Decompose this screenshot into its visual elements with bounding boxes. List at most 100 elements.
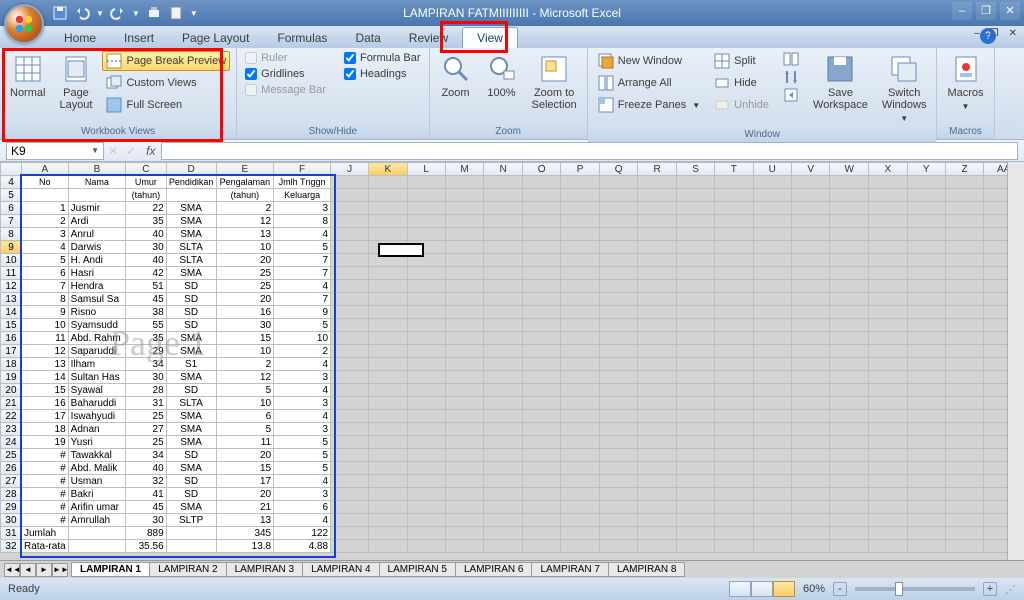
zoom-in-button[interactable]: + xyxy=(983,582,997,596)
cell[interactable]: 27 xyxy=(126,423,167,436)
col-header-C[interactable]: C xyxy=(126,163,167,176)
cell[interactable]: 42 xyxy=(126,267,167,280)
sheet-tab[interactable]: LAMPIRAN 3 xyxy=(226,562,303,577)
cell[interactable]: 15 xyxy=(216,462,274,475)
cell[interactable]: Baharuddi xyxy=(68,397,125,410)
row-header[interactable]: 21 xyxy=(1,397,22,410)
zoom-out-button[interactable]: - xyxy=(833,582,847,596)
cell[interactable]: Iswahyudi xyxy=(68,410,125,423)
cell[interactable]: SLTA xyxy=(166,397,216,410)
row-header[interactable]: 9 xyxy=(1,241,22,254)
cell[interactable]: 18 xyxy=(21,423,68,436)
row-header[interactable]: 6 xyxy=(1,202,22,215)
cell[interactable]: 40 xyxy=(126,254,167,267)
cell[interactable]: 8 xyxy=(274,215,331,228)
cell[interactable]: 25 xyxy=(126,410,167,423)
tab-data[interactable]: Data xyxy=(341,28,394,48)
row-header[interactable]: 18 xyxy=(1,358,22,371)
cell[interactable]: 10 xyxy=(274,332,331,345)
cell[interactable]: SMA xyxy=(166,267,216,280)
formula-bar-checkbox[interactable]: Formula Bar xyxy=(342,51,423,65)
cell[interactable]: SD xyxy=(166,475,216,488)
row-header[interactable]: 13 xyxy=(1,293,22,306)
cell[interactable]: 30 xyxy=(126,514,167,527)
cell[interactable]: 7 xyxy=(274,254,331,267)
cell[interactable]: 30 xyxy=(216,319,274,332)
cell[interactable]: 3 xyxy=(274,202,331,215)
row-header[interactable]: 29 xyxy=(1,501,22,514)
cell[interactable]: Anrul xyxy=(68,228,125,241)
cell[interactable]: 3 xyxy=(274,488,331,501)
gridlines-checkbox[interactable]: Gridlines xyxy=(243,67,328,81)
cell[interactable]: SMA xyxy=(166,436,216,449)
col-header-F[interactable]: F xyxy=(274,163,331,176)
row-header[interactable]: 26 xyxy=(1,462,22,475)
cell[interactable]: 35 xyxy=(126,215,167,228)
cell[interactable]: 10 xyxy=(216,397,274,410)
save-workspace-button[interactable]: Save Workspace xyxy=(809,51,872,113)
cell[interactable]: Ilham xyxy=(68,358,125,371)
row-header[interactable]: 8 xyxy=(1,228,22,241)
cell[interactable]: 38 xyxy=(126,306,167,319)
cell[interactable]: 15 xyxy=(216,332,274,345)
cell[interactable]: 7 xyxy=(274,267,331,280)
cell[interactable]: 9 xyxy=(274,306,331,319)
close-button[interactable]: ✕ xyxy=(1000,2,1020,20)
row-header[interactable]: 27 xyxy=(1,475,22,488)
resize-grip-icon[interactable]: ⋰ xyxy=(1005,583,1016,596)
page-break-preview-button[interactable]: Page Break Preview xyxy=(102,51,230,71)
cell[interactable]: # xyxy=(21,462,68,475)
row-header[interactable]: 17 xyxy=(1,345,22,358)
cell[interactable]: Adnan xyxy=(68,423,125,436)
row-header[interactable]: 16 xyxy=(1,332,22,345)
cell[interactable]: 25 xyxy=(216,267,274,280)
cell[interactable]: 5 xyxy=(216,384,274,397)
cell[interactable]: Abd. Malik xyxy=(68,462,125,475)
headings-checkbox[interactable]: Headings xyxy=(342,67,423,81)
col-header-Z[interactable]: Z xyxy=(945,163,983,176)
cell[interactable]: 12 xyxy=(216,371,274,384)
reset-window-icon[interactable] xyxy=(783,87,799,103)
sheet-tab[interactable]: LAMPIRAN 6 xyxy=(455,562,532,577)
cell[interactable]: 6 xyxy=(21,267,68,280)
cell[interactable]: SD xyxy=(166,488,216,501)
cell[interactable]: 5 xyxy=(274,241,331,254)
full-screen-button[interactable]: Full Screen xyxy=(102,95,230,115)
cell[interactable]: SLTP xyxy=(166,514,216,527)
cell[interactable] xyxy=(166,540,216,553)
cell[interactable]: Usman xyxy=(68,475,125,488)
row-header[interactable]: 11 xyxy=(1,267,22,280)
row-header[interactable]: 22 xyxy=(1,410,22,423)
cell[interactable]: 10 xyxy=(21,319,68,332)
row-header[interactable]: 10 xyxy=(1,254,22,267)
cell[interactable]: # xyxy=(21,475,68,488)
row-header[interactable]: 32 xyxy=(1,540,22,553)
cell[interactable]: Arifin umar xyxy=(68,501,125,514)
page-layout-button[interactable]: Page Layout xyxy=(55,51,96,113)
cell[interactable]: 17 xyxy=(21,410,68,423)
cell[interactable]: 51 xyxy=(126,280,167,293)
cell[interactable]: 6 xyxy=(274,501,331,514)
cell[interactable]: 20 xyxy=(216,449,274,462)
qat-customize-icon[interactable]: ▼ xyxy=(190,9,198,18)
cell[interactable]: 16 xyxy=(21,397,68,410)
tab-nav-first[interactable]: ◄◄ xyxy=(4,563,20,577)
cell[interactable]: 29 xyxy=(126,345,167,358)
cell[interactable]: 30 xyxy=(126,371,167,384)
cell[interactable]: 20 xyxy=(216,488,274,501)
message-bar-checkbox[interactable]: Message Bar xyxy=(243,83,328,97)
cell[interactable]: 3 xyxy=(274,397,331,410)
cell[interactable]: # xyxy=(21,501,68,514)
cell[interactable]: 5 xyxy=(274,449,331,462)
cell[interactable] xyxy=(68,527,125,540)
cell[interactable]: Amrullah xyxy=(68,514,125,527)
sheet-tab[interactable]: LAMPIRAN 5 xyxy=(379,562,456,577)
view-pagebreak-btn[interactable] xyxy=(773,581,795,597)
new-window-button[interactable]: New Window xyxy=(594,51,704,71)
col-header-L[interactable]: L xyxy=(407,163,445,176)
name-box[interactable]: K9▼ xyxy=(6,142,104,160)
print-preview-icon[interactable] xyxy=(146,5,162,21)
cell[interactable]: 12 xyxy=(21,345,68,358)
col-header-M[interactable]: M xyxy=(445,163,484,176)
cell[interactable]: 7 xyxy=(21,280,68,293)
